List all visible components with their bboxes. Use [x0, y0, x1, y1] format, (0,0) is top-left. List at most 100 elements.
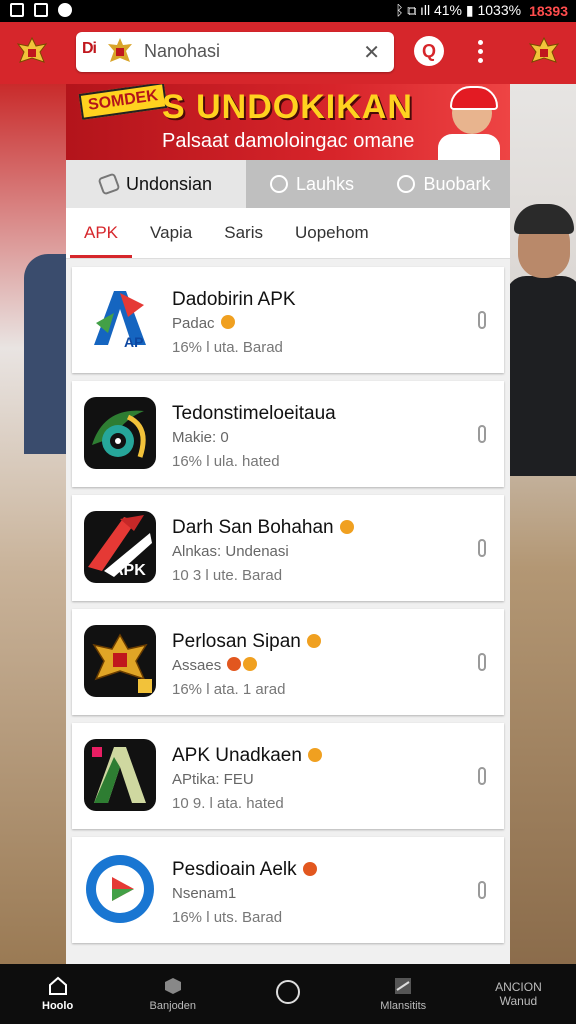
search-logo: Di	[82, 40, 97, 57]
rating-badge-icon	[243, 657, 258, 671]
app-subtitle: APtika: FEU	[172, 771, 254, 788]
cube-icon	[164, 978, 181, 994]
list-item[interactable]: Pesdioain Aelk Nsenam1 16% l uts. Barad	[72, 837, 504, 943]
nav-label: ANCION Wanud	[495, 980, 542, 1008]
app-subtitle: Makie: 0	[172, 429, 229, 446]
item-menu-icon[interactable]	[478, 425, 486, 443]
app-title: Dadobirin APK	[172, 289, 296, 310]
verified-badge-icon	[306, 634, 321, 648]
more-options-icon[interactable]	[470, 38, 490, 66]
app-title: APK Unadkaen	[172, 745, 322, 767]
app-meta: 10 9. l ata. hated	[172, 795, 284, 812]
play-circle-icon	[84, 853, 156, 925]
plane-icon	[395, 978, 412, 994]
svg-text:AP: AP	[124, 334, 143, 350]
clear-search-icon[interactable]: ✕	[363, 40, 380, 65]
list-item[interactable]: Perlosan Sipan Assaes 16% l ata. 1 arad	[72, 609, 504, 715]
app-meta: 16% l ula. hated	[172, 453, 280, 470]
banner-subline: Palsaat damoloingac omane	[162, 130, 415, 152]
nav-label: Banjoden	[149, 1000, 197, 1012]
item-menu-icon[interactable]	[478, 539, 486, 557]
verified-badge-icon	[220, 315, 235, 329]
verified-badge-icon	[339, 520, 354, 534]
garuda-emblem-right-icon	[526, 34, 562, 70]
a-letter-icon	[84, 739, 156, 811]
app-meta: 10 3 l ute. Barad	[172, 567, 283, 584]
item-menu-icon[interactable]	[478, 881, 486, 899]
garuda-emblem-icon	[14, 34, 50, 70]
banner-person-illustration	[428, 86, 500, 160]
list-item[interactable]: APK Darh San Bohahan Alnkas: Undenasi 10…	[72, 495, 504, 601]
svg-text:APK: APK	[112, 562, 146, 579]
home-icon	[48, 976, 67, 995]
ap-logo-icon: AP	[84, 283, 156, 355]
nav-wanud[interactable]: ANCION Wanud	[461, 964, 576, 1024]
app-title: Pesdioain Aelk	[172, 859, 317, 881]
item-menu-icon[interactable]	[478, 767, 486, 785]
nav-banjoden[interactable]: Banjoden	[115, 964, 230, 1024]
app-meta: 16% l ata. 1 arad	[172, 681, 286, 698]
tab-undonsian[interactable]: Undonsian	[66, 160, 246, 208]
gallery-icon	[10, 3, 24, 17]
nav-info[interactable]	[230, 964, 345, 1024]
app-title: Darh San Bohahan	[172, 517, 354, 539]
quick-search-button[interactable]: Q	[414, 36, 444, 66]
promo-banner[interactable]: SOMDEK S UNDOKIKAN Palsaat damoloingac o…	[66, 84, 510, 160]
verified-badge-icon	[307, 748, 322, 762]
background-left-scene	[0, 84, 66, 964]
list-item[interactable]: APK Unadkaen APtika: FEU 10 9. l ata. ha…	[72, 723, 504, 829]
bottom-navigation: Hoolo Banjoden Mlansitits ANCION Wanud	[0, 964, 576, 1024]
tab-label: Undonsian	[125, 173, 213, 194]
primary-tabs: Undonsian Lauhks Buobark	[66, 160, 510, 208]
link-icon	[269, 175, 288, 193]
info-icon	[276, 980, 300, 1004]
app-subtitle: Padac	[172, 315, 235, 332]
tab-vapia[interactable]: Vapia	[136, 208, 206, 258]
banner-headline: S UNDOKIKAN	[162, 88, 413, 126]
background-person-right	[506, 196, 576, 476]
bookmark-icon	[397, 175, 416, 193]
search-input[interactable]: Nanohasi	[144, 41, 220, 62]
tab-buobark[interactable]: Buobark	[378, 160, 510, 208]
status-indicators: ᛒ ⧉ ıll 41% ▮ 1033%	[395, 2, 522, 18]
eye-swirl-icon	[84, 397, 156, 469]
status-clock: 18393	[529, 2, 568, 19]
tag-icon	[97, 172, 121, 196]
apk-red-icon: APK	[84, 511, 156, 583]
tab-uopehom[interactable]: Uopehom	[281, 208, 383, 258]
list-item[interactable]: AP Dadobirin APK Padac 16% l uta. Barad	[72, 267, 504, 373]
app-subtitle: Nsenam1	[172, 885, 237, 902]
secondary-tabs: APK Vapia Saris Uopehom	[66, 208, 510, 259]
tab-label: Lauhks	[295, 173, 355, 194]
tab-lauhks[interactable]: Lauhks	[246, 160, 378, 208]
app-header: Di Nanohasi ✕ Q	[0, 22, 576, 84]
nav-home[interactable]: Hoolo	[0, 964, 115, 1024]
nav-mlansitits[interactable]: Mlansitits	[346, 964, 461, 1024]
screen-icon	[34, 3, 48, 17]
background-right-scene	[506, 84, 576, 964]
app-subtitle: Alnkas: Undenasi	[172, 543, 289, 560]
status-bar: ᛒ ⧉ ıll 41% ▮ 1033% 18393	[0, 0, 576, 22]
app-title: Perlosan Sipan	[172, 631, 321, 653]
verified-badge-icon	[302, 862, 317, 876]
app-meta: 16% l uts. Barad	[172, 909, 283, 926]
app-meta: 16% l uta. Barad	[172, 339, 283, 356]
app-subtitle: Assaes	[172, 657, 258, 674]
item-menu-icon[interactable]	[478, 653, 486, 671]
notification-icon	[58, 3, 72, 17]
garuda-icon	[84, 625, 156, 697]
tab-saris[interactable]: Saris	[210, 208, 277, 258]
list-item[interactable]: Tedonstimeloeitaua Makie: 0 16% l ula. h…	[72, 381, 504, 487]
app-list: AP Dadobirin APK Padac 16% l uta. Barad …	[66, 259, 510, 943]
search-bar[interactable]: Di Nanohasi ✕	[76, 32, 394, 72]
app-title: Tedonstimeloeitaua	[172, 403, 336, 424]
nav-label: Hoolo	[42, 1000, 74, 1012]
nav-label: Mlansitits	[380, 1000, 427, 1012]
search-emblem-icon	[106, 36, 134, 66]
tab-apk[interactable]: APK	[70, 208, 133, 258]
main-panel: SOMDEK S UNDOKIKAN Palsaat damoloingac o…	[66, 84, 510, 964]
background-person-left	[24, 254, 66, 454]
item-menu-icon[interactable]	[478, 311, 486, 329]
banner-sticker: SOMDEK	[78, 84, 168, 120]
rating-badge-icon	[227, 657, 242, 671]
